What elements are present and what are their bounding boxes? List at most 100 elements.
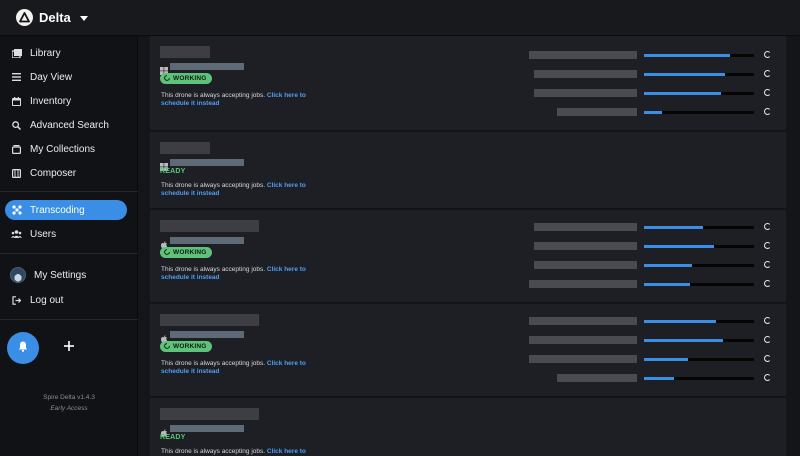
job-label-redacted	[529, 280, 637, 288]
job-label-redacted	[534, 242, 637, 250]
job-progress-bar	[644, 54, 754, 57]
job-progress-bar	[644, 245, 754, 248]
sidebar-item-label: Inventory	[30, 95, 72, 107]
status-text: READY	[160, 168, 186, 175]
drone-name-redacted	[160, 314, 259, 326]
job-progress-bar	[644, 264, 754, 267]
job-progress-bar	[644, 320, 754, 323]
spinner-icon	[764, 108, 771, 115]
job-label-redacted	[557, 374, 637, 382]
drone-card[interactable]: WORKING This drone is always accepting j…	[150, 210, 786, 303]
film-icon	[11, 168, 22, 179]
sidebar-item-my-collections[interactable]: My Collections	[5, 139, 127, 159]
drone-card[interactable]: READY This drone is always accepting job…	[150, 398, 786, 456]
status-text: WORKING	[173, 75, 207, 82]
job-label-redacted	[534, 223, 637, 231]
drone-address-redacted	[170, 237, 244, 244]
sidebar-item-advanced-search[interactable]: Advanced Search	[5, 115, 127, 135]
drone-address-redacted	[170, 159, 244, 166]
access-label: Early Access	[50, 405, 88, 412]
delta-logo-icon	[16, 9, 33, 26]
job-progress-fill	[644, 111, 662, 114]
job-progress-bar	[644, 339, 754, 342]
sidebar-item-my-settings[interactable]: My Settings	[5, 264, 127, 286]
sidebar-item-inventory[interactable]: Inventory	[5, 91, 127, 111]
drone-name-redacted	[160, 408, 259, 420]
drone-name-redacted	[160, 46, 210, 58]
apple-icon	[160, 330, 168, 343]
logout-icon	[11, 295, 22, 306]
job-progress-fill	[644, 92, 721, 95]
spinner-icon	[164, 74, 170, 83]
sidebar-item-label: Day View	[30, 71, 73, 83]
job-progress-fill	[644, 283, 691, 286]
job-label-redacted	[534, 70, 637, 78]
apple-icon	[160, 424, 168, 437]
drone-card[interactable]: READY This drone is always accepting job…	[150, 132, 786, 209]
sidebar-item-library[interactable]: Library	[5, 43, 127, 63]
drone-address-redacted	[170, 425, 244, 432]
drone-address-redacted	[170, 63, 244, 70]
apple-icon	[160, 236, 168, 249]
avatar	[10, 267, 26, 283]
spinner-icon	[764, 280, 771, 287]
job-progress-fill	[644, 320, 716, 323]
caret-down-icon	[79, 15, 88, 21]
spinner-icon	[764, 374, 771, 381]
job-label-redacted	[534, 89, 637, 97]
sidebar-item-users[interactable]: Users	[5, 224, 127, 244]
job-progress-bar	[644, 358, 754, 361]
job-progress-bar	[644, 111, 754, 114]
spinner-icon	[764, 317, 771, 324]
sidebar-item-label: Composer	[30, 167, 77, 179]
drone-icon	[11, 205, 22, 216]
add-button[interactable]	[56, 334, 82, 360]
notifications-button[interactable]	[7, 332, 39, 364]
sidebar-divider	[0, 253, 138, 254]
spinner-icon	[764, 242, 771, 249]
job-progress-bar	[644, 377, 754, 380]
job-label-redacted	[529, 355, 637, 363]
spinner-icon	[164, 248, 170, 257]
spinner-icon	[164, 342, 170, 351]
drone-name-redacted	[160, 142, 210, 154]
app-version: Spire Delta v1.4.3	[43, 394, 95, 401]
job-progress-bar	[644, 92, 754, 95]
job-progress-bar	[644, 73, 754, 76]
sidebar-item-transcoding[interactable]: Transcoding	[5, 200, 127, 220]
sidebar-divider	[0, 319, 138, 320]
job-progress-fill	[644, 54, 730, 57]
spinner-icon	[764, 261, 771, 268]
sidebar-item-log-out[interactable]: Log out	[5, 290, 127, 310]
users-icon	[11, 229, 22, 240]
drone-description: This drone is always accepting jobs. Cli…	[161, 182, 331, 198]
status-badge: WORKING	[160, 247, 212, 258]
drone-card[interactable]: WORKING This drone is always accepting j…	[150, 36, 786, 131]
library-icon	[11, 48, 22, 59]
spinner-icon	[764, 70, 771, 77]
top-bar: Delta	[0, 0, 800, 36]
search-icon	[11, 120, 22, 131]
status-badge: WORKING	[160, 73, 212, 84]
description-text: This drone is always accepting jobs.	[161, 360, 266, 367]
drone-card[interactable]: WORKING This drone is always accepting j…	[150, 304, 786, 397]
job-progress-fill	[644, 73, 726, 76]
workspace-switcher[interactable]: Delta	[16, 9, 88, 26]
status-badge: WORKING	[160, 341, 212, 352]
drone-description: This drone is always accepting jobs. Cli…	[161, 266, 331, 282]
description-text: This drone is always accepting jobs.	[161, 182, 266, 189]
sidebar-item-label: Log out	[30, 294, 64, 306]
job-label-redacted	[529, 317, 637, 325]
drone-description: This drone is always accepting jobs. Cli…	[161, 92, 331, 108]
sidebar-item-label: Library	[30, 47, 61, 59]
job-progress-bar	[644, 283, 754, 286]
windows-icon	[160, 62, 168, 75]
sidebar-item-composer[interactable]: Composer	[5, 163, 127, 183]
description-text: This drone is always accepting jobs.	[161, 448, 266, 455]
sidebar-item-label: My Settings	[34, 269, 87, 281]
sidebar-divider	[0, 191, 138, 192]
sidebar-item-label: Users	[30, 228, 57, 240]
list-icon	[11, 72, 22, 83]
spinner-icon	[764, 51, 771, 58]
sidebar-item-day-view[interactable]: Day View	[5, 67, 127, 87]
